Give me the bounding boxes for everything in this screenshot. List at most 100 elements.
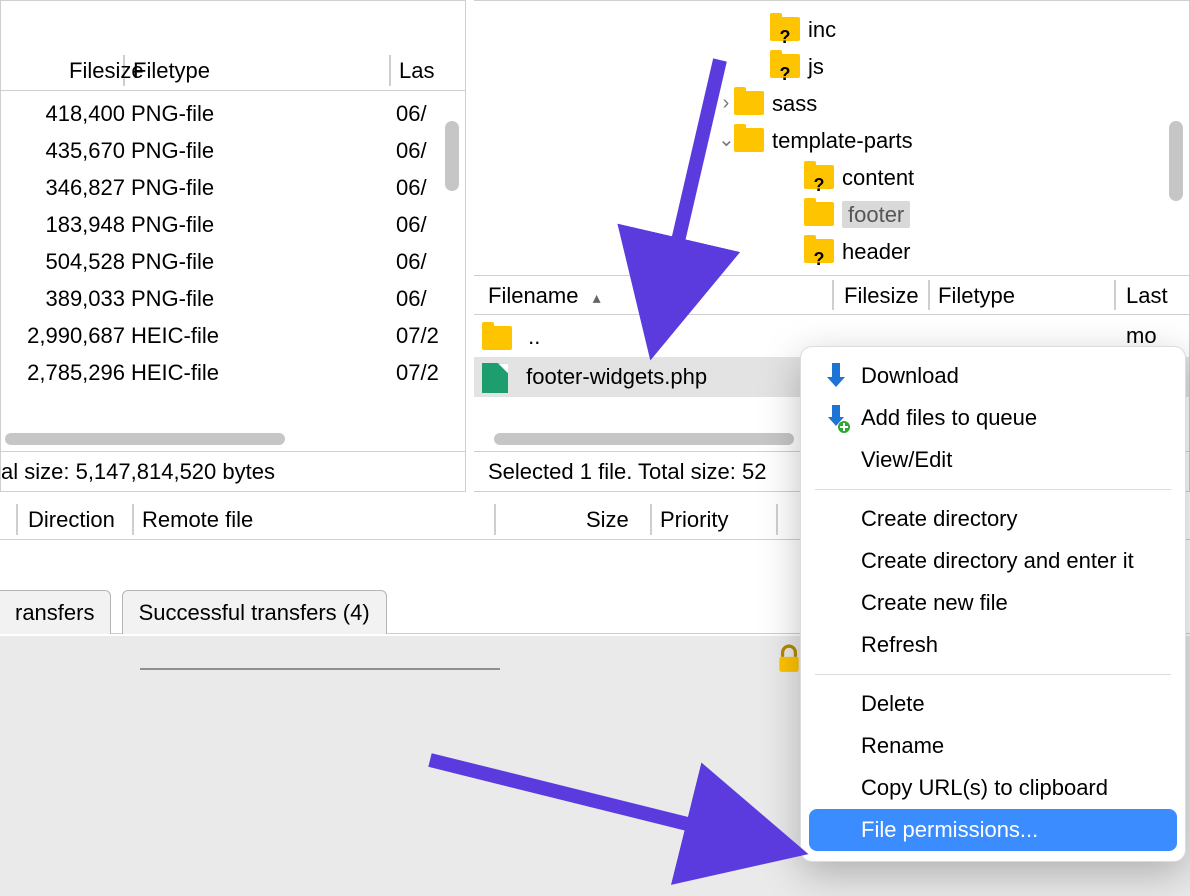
menu-item[interactable]: Create directory: [809, 498, 1177, 540]
local-filetype: HEIC-file: [131, 317, 219, 354]
local-file-row[interactable]: 346,827PNG-file 06/: [1, 169, 465, 206]
local-file-row[interactable]: 2,990,687HEIC-file 07/2: [1, 317, 465, 354]
local-file-row[interactable]: 418,400PNG-file06/: [1, 95, 465, 132]
tree-label: content: [842, 165, 914, 190]
tree-item[interactable]: footer: [474, 194, 1189, 231]
folder-icon: [770, 54, 800, 78]
local-filedate: 06/: [396, 132, 427, 169]
local-filesize: 2,785,296: [0, 354, 125, 391]
local-filesize: 2,990,687: [0, 317, 125, 354]
local-vscroll[interactable]: [445, 121, 459, 191]
col-lastmod-r[interactable]: Last mo: [1126, 276, 1189, 316]
col-filesize-r[interactable]: Filesize: [844, 276, 919, 316]
local-hscroll[interactable]: [5, 433, 285, 445]
local-filesize: 346,827: [0, 169, 125, 206]
local-filedate: 06/: [396, 95, 427, 132]
menu-item[interactable]: Add files to queue: [809, 397, 1177, 439]
menu-label: View/Edit: [861, 447, 952, 472]
tab-successful[interactable]: Successful transfers (4): [122, 590, 387, 634]
local-filedate: 06/: [396, 243, 427, 280]
folder-icon: [804, 165, 834, 189]
tree-item[interactable]: content: [474, 157, 1189, 194]
col-filename[interactable]: Filename ▴: [488, 276, 601, 316]
folder-icon: [770, 17, 800, 41]
tree-item[interactable]: › sass: [474, 83, 1189, 120]
local-filesize: 435,670: [0, 132, 125, 169]
menu-item[interactable]: Create new file: [809, 582, 1177, 624]
col-size[interactable]: Size: [586, 500, 629, 540]
local-filesize: 389,033: [0, 280, 125, 317]
local-header: Filesize Filetype Las: [1, 51, 465, 91]
menu-label: Rename: [861, 733, 944, 758]
local-filesize: 504,528: [0, 243, 125, 280]
tab-failed[interactable]: ransfers: [0, 590, 111, 634]
local-filetype: PNG-file: [131, 243, 214, 280]
remote-tree-scroll[interactable]: [1169, 121, 1183, 201]
local-filetype: PNG-file: [131, 206, 214, 243]
local-file-row[interactable]: 2,785,296HEIC-file 07/2: [1, 354, 465, 391]
local-filedate: 06/: [396, 169, 427, 206]
menu-label: Create directory: [861, 506, 1018, 531]
tree-item[interactable]: ⌄template-parts: [474, 120, 1189, 157]
menu-item[interactable]: Refresh: [809, 624, 1177, 666]
menu-label: File permissions...: [861, 817, 1038, 842]
menu-label: Refresh: [861, 632, 938, 657]
menu-label: Add files to queue: [861, 405, 1037, 430]
menu-label: Delete: [861, 691, 925, 716]
menu-item[interactable]: Create directory and enter it: [809, 540, 1177, 582]
menu-label: Download: [861, 363, 959, 388]
local-filetype: PNG-file: [131, 132, 214, 169]
local-file-row[interactable]: 504,528PNG-file 06/: [1, 243, 465, 280]
folder-icon: [734, 91, 764, 115]
context-menu: Download Add files to queue View/Edit Creat…: [800, 346, 1186, 862]
col-direction[interactable]: Direction: [28, 500, 115, 540]
local-filesize: 418,400: [0, 95, 125, 132]
remote-up-label: ..: [528, 324, 540, 349]
tree-item[interactable]: inc: [474, 9, 1189, 46]
menu-label: Create new file: [861, 590, 1008, 615]
local-filedate: 06/: [396, 280, 427, 317]
tree-item[interactable]: js: [474, 46, 1189, 83]
twisty-icon[interactable]: ›: [718, 85, 734, 122]
menu-label: Copy URL(s) to clipboard: [861, 775, 1108, 800]
php-file-icon: [482, 363, 508, 393]
tree-label: footer: [842, 201, 910, 228]
tree-label: inc: [808, 17, 836, 42]
folder-icon: [482, 326, 512, 350]
folder-icon: [804, 239, 834, 263]
remote-file-name: footer-widgets.php: [526, 364, 707, 389]
local-filetype: PNG-file: [131, 169, 214, 206]
tree-label: js: [808, 54, 824, 79]
local-file-row[interactable]: 435,670PNG-file 06/: [1, 132, 465, 169]
remote-hscroll[interactable]: [494, 433, 794, 445]
col-filetype[interactable]: Filetype: [133, 51, 210, 91]
local-file-row[interactable]: 183,948PNG-file06/: [1, 206, 465, 243]
menu-item[interactable]: Rename: [809, 725, 1177, 767]
folder-icon: [734, 128, 764, 152]
folder-icon: [804, 202, 834, 226]
sort-asc-icon: ▴: [593, 279, 601, 319]
local-file-row[interactable]: 389,033PNG-file 06/: [1, 280, 465, 317]
menu-item[interactable]: File permissions...: [809, 809, 1177, 851]
menu-item[interactable]: Copy URL(s) to clipboard: [809, 767, 1177, 809]
menu-item[interactable]: Download: [809, 355, 1177, 397]
col-lastmod[interactable]: Las: [399, 51, 434, 91]
col-filetype-r[interactable]: Filetype: [938, 276, 1015, 316]
local-filedate: 07/2: [396, 354, 439, 391]
local-filetype: PNG-file: [131, 280, 214, 317]
local-filedate: 07/2: [396, 317, 439, 354]
menu-label: Create directory and enter it: [861, 548, 1134, 573]
col-priority[interactable]: Priority: [660, 500, 728, 540]
remote-tree[interactable]: inc js › sass ⌄template-parts content footer he…: [474, 1, 1189, 271]
tree-item[interactable]: header: [474, 231, 1189, 268]
lock-icon: [776, 644, 802, 680]
local-status: al size: 5,147,814,520 bytes: [1, 451, 465, 491]
menu-item[interactable]: View/Edit: [809, 439, 1177, 481]
menu-item[interactable]: Delete: [809, 683, 1177, 725]
local-filetype: HEIC-file: [131, 354, 219, 391]
remote-header: Filename ▴ Filesize Filetype Last mo: [474, 275, 1189, 315]
col-remotefile[interactable]: Remote file: [142, 500, 253, 540]
local-filedate: 06/: [396, 206, 427, 243]
tree-label: sass: [772, 91, 817, 116]
twisty-icon[interactable]: ⌄: [718, 122, 734, 159]
